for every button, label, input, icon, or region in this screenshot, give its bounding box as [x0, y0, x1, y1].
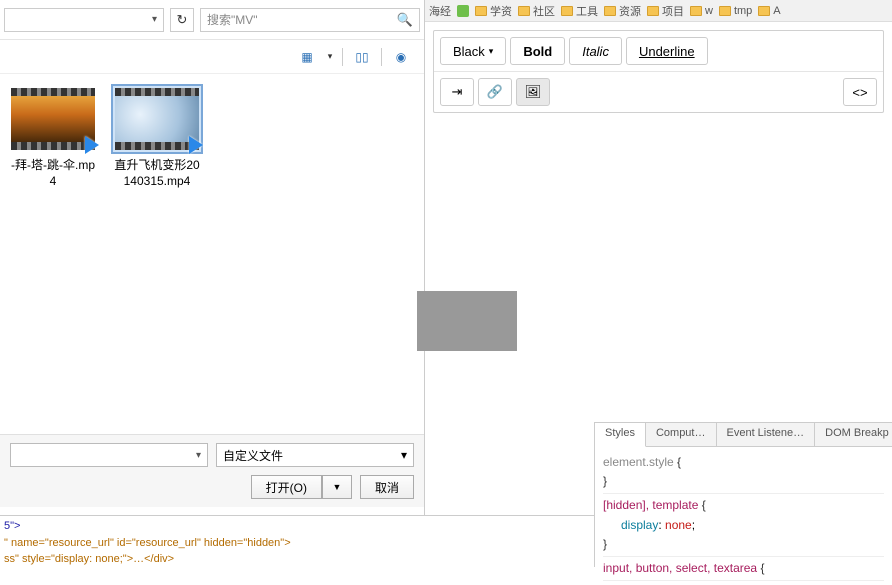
bookmark-item[interactable]: 海经	[429, 3, 451, 19]
filetype-select[interactable]: 自定义文件 ▾	[216, 443, 414, 467]
separator	[381, 48, 382, 66]
file-open-dialog: ▾ ↻ 搜索"MV" 🔍 ▦ ▾ ▯▯ ◉ -拜-塔-跳-伞.mp4 直升飞机变…	[0, 0, 424, 567]
bookmark-item[interactable]: 项目	[647, 3, 684, 19]
italic-button[interactable]: Italic	[569, 37, 622, 65]
editor-toolbar: Black▾ Bold Italic Underline ⇥ 🔗 🖼 <>	[433, 30, 884, 113]
open-button[interactable]: 打开(O) ▼	[251, 475, 352, 499]
refresh-icon: ↻	[177, 12, 188, 28]
devtools-panel: Styles Comput… Event Listene… DOM Breakp…	[594, 422, 892, 567]
bookmarks-bar: 海经 学资 社区 工具 资源 项目 w tmp A	[425, 0, 892, 22]
tab-dom-breakpoints[interactable]: DOM Breakp	[815, 423, 892, 446]
dialog-toolbar: ▾ ↻ 搜索"MV" 🔍	[0, 0, 424, 40]
indent-button[interactable]: ⇥	[440, 78, 474, 106]
bookmark-item[interactable]	[457, 5, 469, 17]
bookmark-item[interactable]: w	[690, 5, 713, 17]
styles-pane[interactable]: element.style {} [hidden], template {dis…	[595, 447, 892, 585]
search-input[interactable]: 搜索"MV" 🔍	[200, 8, 420, 32]
elements-source[interactable]: 5"> " name="resource_url" id="resource_u…	[0, 515, 594, 567]
chevron-down-icon: ▾	[152, 14, 157, 25]
link-icon: 🔗	[487, 84, 503, 100]
path-dropdown[interactable]: ▾	[4, 8, 164, 32]
folder-icon	[690, 6, 702, 16]
bold-button[interactable]: Bold	[510, 37, 565, 65]
code-icon: <>	[852, 85, 867, 100]
filetype-label: 自定义文件	[223, 447, 283, 464]
bookmark-item[interactable]: 社区	[518, 3, 555, 19]
evernote-icon	[457, 5, 469, 17]
chevron-down-icon: ▾	[489, 46, 494, 57]
editor-panel: Black▾ Bold Italic Underline ⇥ 🔗 🖼 <>	[425, 22, 892, 291]
view-dropdown-chevron[interactable]: ▾	[324, 46, 336, 68]
underline-button[interactable]: Underline	[626, 37, 708, 65]
video-thumbnail	[11, 88, 95, 150]
bookmark-item[interactable]: A	[758, 5, 780, 17]
search-placeholder: 搜索"MV"	[207, 11, 258, 28]
tab-event-listeners[interactable]: Event Listene…	[717, 423, 816, 446]
chevron-down-icon: ▾	[196, 450, 201, 461]
folder-icon	[604, 6, 616, 16]
folder-icon	[475, 6, 487, 16]
link-button[interactable]: 🔗	[478, 78, 512, 106]
open-dropdown-arrow[interactable]: ▼	[322, 475, 352, 499]
indent-icon: ⇥	[452, 84, 463, 100]
folder-icon	[758, 6, 770, 16]
separator	[342, 48, 343, 66]
search-icon: 🔍	[397, 12, 413, 28]
tab-styles[interactable]: Styles	[595, 423, 646, 447]
view-details-button[interactable]: ▯▯	[349, 46, 375, 68]
file-label: 直升飞机变形20140315.mp4	[112, 158, 202, 189]
image-icon: 🖼	[525, 84, 542, 100]
file-list: -拜-塔-跳-伞.mp4 直升飞机变形20140315.mp4	[0, 74, 424, 424]
bookmark-item[interactable]: 学资	[475, 3, 512, 19]
bookmark-item[interactable]: 工具	[561, 3, 598, 19]
editor-content[interactable]	[433, 113, 884, 283]
folder-icon	[647, 6, 659, 16]
file-item[interactable]: -拜-塔-跳-伞.mp4	[8, 86, 98, 412]
folder-icon	[561, 6, 573, 16]
play-icon	[189, 136, 203, 154]
image-button[interactable]: 🖼	[516, 78, 550, 106]
tab-computed[interactable]: Comput…	[646, 423, 717, 446]
dialog-footer: ▾ 自定义文件 ▾ 打开(O) ▼ 取消	[0, 434, 424, 507]
file-item[interactable]: 直升飞机变形20140315.mp4	[112, 86, 202, 412]
view-thumbnails-button[interactable]: ▦	[294, 46, 320, 68]
bookmark-item[interactable]: tmp	[719, 5, 752, 17]
refresh-button[interactable]: ↻	[170, 8, 194, 32]
play-icon	[85, 136, 99, 154]
video-thumbnail	[115, 88, 199, 150]
code-view-button[interactable]: <>	[843, 78, 877, 106]
help-button[interactable]: ◉	[388, 46, 414, 68]
chevron-down-icon: ▾	[401, 448, 407, 462]
file-label: -拜-塔-跳-伞.mp4	[8, 158, 98, 189]
folder-icon	[518, 6, 530, 16]
filename-input[interactable]: ▾	[10, 443, 208, 467]
cancel-button[interactable]: 取消	[360, 475, 414, 499]
view-toolbar: ▦ ▾ ▯▯ ◉	[0, 40, 424, 74]
bookmark-item[interactable]: 资源	[604, 3, 641, 19]
text-color-button[interactable]: Black▾	[440, 37, 506, 65]
devtools-tabs: Styles Comput… Event Listene… DOM Breakp	[595, 423, 892, 447]
folder-icon	[719, 6, 731, 16]
preview-block	[417, 291, 517, 351]
